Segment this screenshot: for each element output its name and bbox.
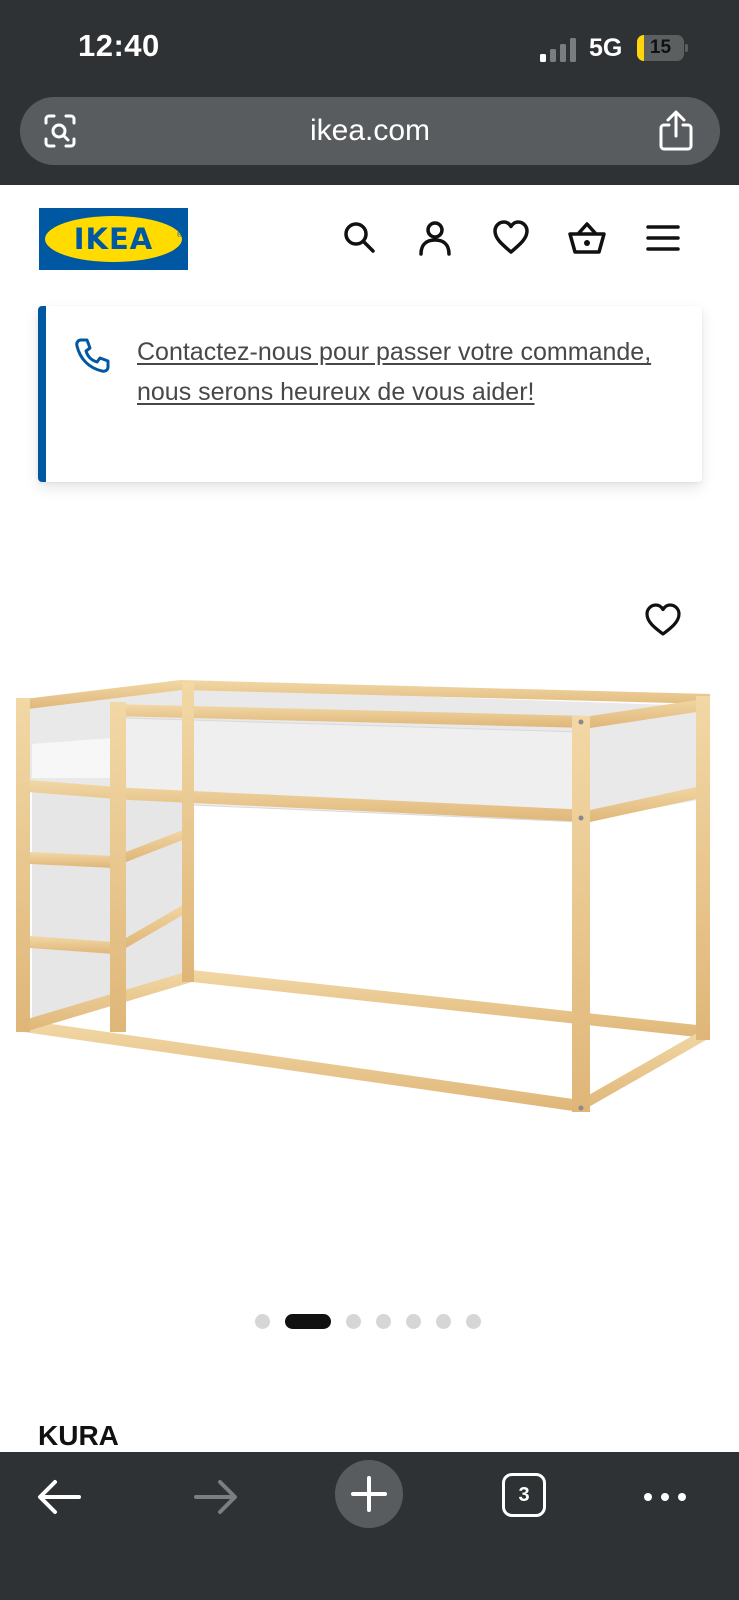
signal-icon: [540, 38, 576, 62]
search-icon[interactable]: [340, 218, 380, 258]
forward-arrow-icon[interactable]: [190, 1472, 240, 1522]
carousel-dot-active[interactable]: [285, 1314, 331, 1329]
image-carousel-dots[interactable]: [255, 1314, 495, 1330]
carousel-dot[interactable]: [376, 1314, 391, 1329]
more-options-icon[interactable]: [640, 1472, 690, 1522]
back-arrow-icon[interactable]: [35, 1472, 85, 1522]
url-text[interactable]: ikea.com: [20, 97, 720, 165]
contact-link[interactable]: Contactez-nous pour passer votre command…: [137, 332, 682, 412]
site-header: IKEA ®: [0, 185, 739, 295]
logo-text: IKEA: [73, 222, 154, 256]
product-name: KURA: [38, 1420, 119, 1451]
product-image[interactable]: [10, 680, 730, 1150]
ikea-logo[interactable]: IKEA ®: [39, 208, 188, 270]
carousel-dot[interactable]: [346, 1314, 361, 1329]
account-icon[interactable]: [415, 218, 455, 258]
browser-bottom-toolbar: 3: [0, 1452, 739, 1600]
add-to-favourites-icon[interactable]: [644, 602, 682, 638]
address-bar[interactable]: ikea.com: [20, 97, 720, 165]
new-tab-button[interactable]: [335, 1460, 403, 1528]
banner-accent-bar: [38, 306, 46, 482]
carousel-dot[interactable]: [466, 1314, 481, 1329]
phone-icon: [75, 338, 110, 373]
plus-icon: [351, 1476, 387, 1512]
battery-icon: 15: [637, 35, 688, 61]
browser-top-chrome: 12:40 5G 15 ikea.com: [0, 0, 739, 185]
network-label: 5G: [589, 34, 623, 62]
heart-icon[interactable]: [491, 218, 531, 258]
carousel-dot[interactable]: [255, 1314, 270, 1329]
tabs-button[interactable]: 3: [502, 1473, 546, 1517]
menu-icon[interactable]: [643, 218, 683, 258]
tab-count: 3: [518, 1484, 530, 1506]
share-icon[interactable]: [656, 109, 696, 153]
battery-level: 15: [649, 37, 672, 58]
carousel-dot[interactable]: [436, 1314, 451, 1329]
status-time: 12:40: [78, 28, 160, 63]
basket-icon[interactable]: [567, 218, 607, 258]
contact-banner: Contactez-nous pour passer votre command…: [38, 306, 702, 482]
carousel-dot[interactable]: [406, 1314, 421, 1329]
